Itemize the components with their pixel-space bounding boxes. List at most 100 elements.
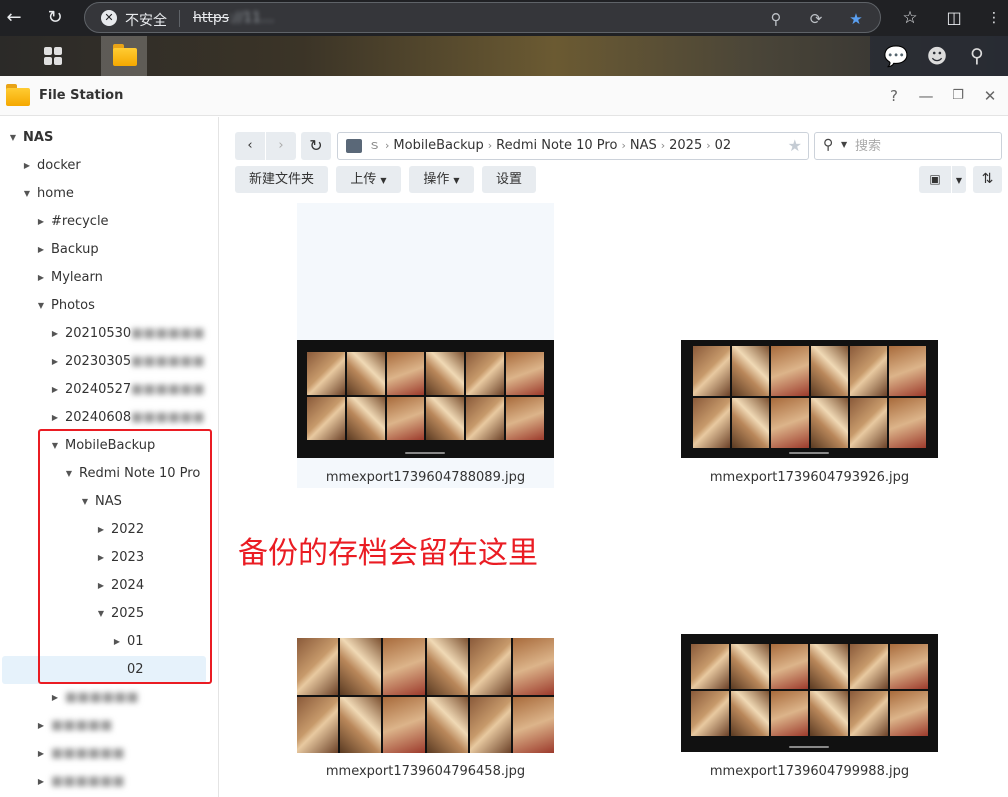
file-thumbnail[interactable] bbox=[681, 340, 938, 458]
caret-down-icon: ▼ bbox=[380, 176, 387, 185]
tree-node-hidden-1[interactable]: ▶ ■■■■■■ bbox=[0, 684, 218, 712]
file-tile[interactable]: mmexport1739604799988.jpg bbox=[681, 634, 938, 786]
breadcrumb-overflow: ｓ bbox=[368, 138, 382, 153]
collapse-arrow-icon[interactable]: ▶ bbox=[36, 264, 46, 292]
tree-node-label: NAS bbox=[23, 130, 54, 145]
taskbar-file-station[interactable] bbox=[101, 36, 147, 76]
app-grid-icon bbox=[44, 47, 62, 65]
view-mode-icon: ▣ bbox=[929, 172, 941, 186]
view-mode-dropdown[interactable]: ▼ bbox=[952, 166, 966, 193]
collapse-arrow-icon[interactable]: ▶ bbox=[22, 152, 32, 180]
tree-node-label: 20240527 bbox=[65, 382, 132, 397]
tree-node-backup[interactable]: ▶ Backup bbox=[0, 236, 218, 264]
user-icon[interactable]: ☻ bbox=[918, 40, 956, 72]
address-bar[interactable]: ✕ 不安全 https://11... ⚲ ⟳ ★ bbox=[84, 2, 881, 33]
tree-node-recycle[interactable]: ▶ #recycle bbox=[0, 208, 218, 236]
tree-node-mylearn[interactable]: ▶ Mylearn bbox=[0, 264, 218, 292]
minimize-icon[interactable]: — bbox=[916, 86, 936, 106]
new-folder-button[interactable]: 新建文件夹 bbox=[235, 166, 328, 193]
sort-button[interactable]: ⇅ bbox=[973, 166, 1002, 193]
blurred-label: ■■■■■■ bbox=[51, 746, 125, 761]
blurred-label: ■■■■■■ bbox=[51, 774, 125, 789]
breadcrumb-item[interactable]: NAS bbox=[630, 138, 657, 153]
tree-node-docker[interactable]: ▶ docker bbox=[0, 152, 218, 180]
upload-button[interactable]: 上传 ▼ bbox=[336, 166, 401, 193]
collapse-arrow-icon[interactable]: ▶ bbox=[50, 348, 60, 376]
expand-arrow-icon[interactable]: ▼ bbox=[36, 292, 46, 320]
restore-icon[interactable]: ❐ bbox=[948, 86, 968, 106]
main-menu-button[interactable] bbox=[0, 36, 88, 76]
breadcrumb-item[interactable]: 02 bbox=[715, 138, 732, 153]
annotation-text: 备份的存档会留在这里 bbox=[238, 536, 538, 571]
breadcrumb-item[interactable]: Redmi Note 10 Pro bbox=[496, 138, 617, 153]
caret-down-icon: ▼ bbox=[955, 176, 963, 185]
close-icon[interactable]: ✕ bbox=[980, 86, 1000, 106]
tree-node-20240527[interactable]: ▶ 20240527 ■■■■■■ bbox=[0, 376, 218, 404]
back-arrow-icon[interactable]: ← bbox=[0, 4, 28, 32]
tree-node-photos[interactable]: ▼ Photos bbox=[0, 292, 218, 320]
not-secure-icon[interactable]: ✕ bbox=[101, 10, 117, 26]
breadcrumb-item[interactable]: MobileBackup bbox=[393, 138, 483, 153]
tree-node-label: home bbox=[37, 186, 74, 201]
breadcrumb-item[interactable]: 2025 bbox=[669, 138, 702, 153]
tree-node-home[interactable]: ▼ home bbox=[0, 180, 218, 208]
back-button[interactable]: ‹ bbox=[235, 132, 265, 160]
tree-node-label: docker bbox=[37, 158, 81, 173]
tree-node-label: Photos bbox=[51, 298, 95, 313]
favorites-icon[interactable]: ☆ bbox=[896, 4, 924, 32]
tree-node-hidden-3[interactable]: ▶ ■■■■■■ bbox=[0, 740, 218, 768]
file-tile[interactable]: mmexport1739604793926.jpg bbox=[681, 340, 938, 488]
window-titlebar[interactable]: File Station ? — ❐ ✕ bbox=[0, 76, 1008, 116]
tree-node-nas[interactable]: ▼ NAS bbox=[0, 124, 218, 152]
collapse-arrow-icon[interactable]: ▶ bbox=[36, 208, 46, 236]
collapse-arrow-icon[interactable]: ▶ bbox=[50, 320, 60, 348]
tree-node-20210530[interactable]: ▶ 20210530 ■■■■■■ bbox=[0, 320, 218, 348]
path-bar[interactable]: ｓ › MobileBackup › Redmi Note 10 Pro › NAS › 202… bbox=[337, 132, 809, 160]
tree-node-hidden-4[interactable]: ▶ ■■■■■■ bbox=[0, 768, 218, 796]
search-icon[interactable]: ⚲ bbox=[823, 137, 833, 153]
collapse-arrow-icon[interactable]: ▶ bbox=[50, 404, 60, 432]
tree-node-hidden-2[interactable]: ▶ ■■■■■ bbox=[0, 712, 218, 740]
favorite-star-icon[interactable]: ★ bbox=[788, 136, 802, 155]
blurred-suffix: ■■■■■■ bbox=[131, 410, 205, 425]
collections-icon[interactable]: ◫ bbox=[940, 4, 968, 32]
file-tile[interactable]: mmexport1739604788089.jpg bbox=[297, 340, 554, 488]
tree-node-20230305[interactable]: ▶ 20230305 ■■■■■■ bbox=[0, 348, 218, 376]
chat-icon[interactable]: 💬 bbox=[877, 40, 915, 72]
forward-button[interactable]: › bbox=[266, 132, 296, 160]
file-thumbnail[interactable] bbox=[681, 634, 938, 752]
search-box[interactable]: ⚲ ▼ bbox=[814, 132, 1002, 160]
url-separator bbox=[179, 10, 180, 27]
more-icon[interactable]: ⋮ bbox=[980, 4, 1008, 32]
caret-down-icon[interactable]: ▼ bbox=[841, 140, 847, 149]
collapse-arrow-icon[interactable]: ▶ bbox=[36, 236, 46, 264]
browser-essentials-icon[interactable]: ⟳ bbox=[805, 8, 827, 30]
tree-node-label: 20210530 bbox=[65, 326, 132, 341]
refresh-button[interactable]: ↻ bbox=[301, 132, 331, 160]
collapse-arrow-icon[interactable]: ▶ bbox=[36, 712, 46, 740]
file-thumbnail[interactable] bbox=[297, 340, 554, 458]
favorite-star-icon[interactable]: ★ bbox=[845, 8, 867, 30]
expand-arrow-icon[interactable]: ▼ bbox=[8, 124, 18, 152]
highlight-box bbox=[38, 429, 212, 684]
action-button[interactable]: 操作 ▼ bbox=[409, 166, 474, 193]
tree-node-20240608[interactable]: ▶ 20240608 ■■■■■■ bbox=[0, 404, 218, 432]
file-thumbnail[interactable] bbox=[297, 638, 554, 753]
collapse-arrow-icon[interactable]: ▶ bbox=[36, 768, 46, 796]
search-icon[interactable]: ⚲ bbox=[958, 40, 996, 72]
settings-button[interactable]: 设置 bbox=[482, 166, 536, 193]
help-icon[interactable]: ? bbox=[884, 86, 904, 106]
view-mode-button[interactable]: ▣ bbox=[919, 166, 951, 193]
search-input[interactable] bbox=[855, 137, 995, 155]
blurred-suffix: ■■■■■■ bbox=[131, 382, 205, 397]
chevron-right-icon: › bbox=[278, 138, 284, 153]
file-tile[interactable]: mmexport1739604796458.jpg bbox=[297, 638, 554, 786]
reload-icon[interactable]: ↻ bbox=[41, 4, 69, 32]
blurred-suffix: ■■■■■■ bbox=[131, 354, 205, 369]
key-icon[interactable]: ⚲ bbox=[765, 8, 787, 30]
collapse-arrow-icon[interactable]: ▶ bbox=[50, 376, 60, 404]
url-text[interactable]: https://11... bbox=[193, 10, 274, 26]
collapse-arrow-icon[interactable]: ▶ bbox=[50, 684, 60, 712]
expand-arrow-icon[interactable]: ▼ bbox=[22, 180, 32, 208]
collapse-arrow-icon[interactable]: ▶ bbox=[36, 740, 46, 768]
